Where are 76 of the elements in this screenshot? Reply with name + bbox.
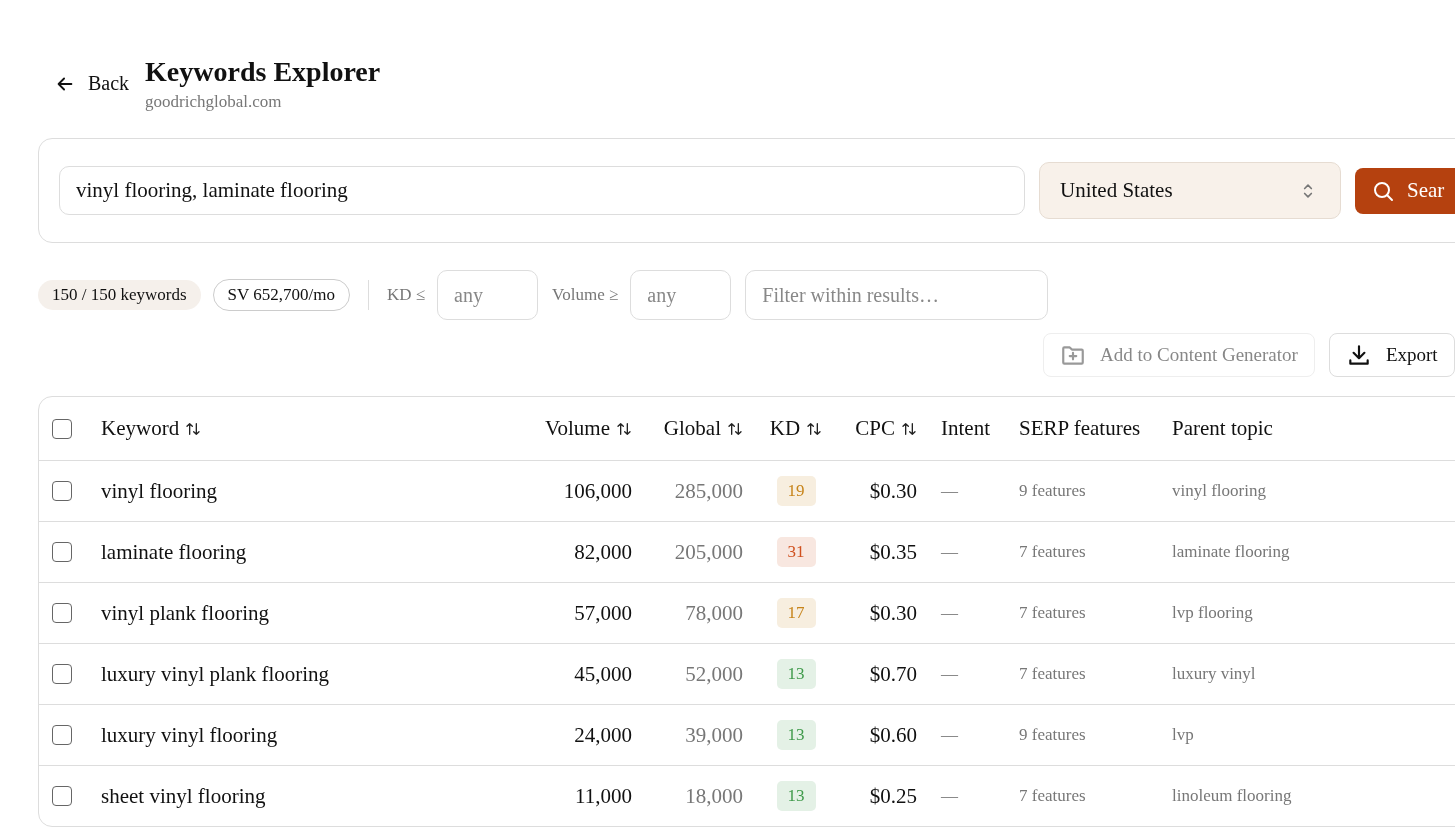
table-cell: 24,000	[574, 722, 632, 748]
table-cell: linoleum flooring	[1172, 786, 1292, 806]
table-cell: $0.25	[869, 783, 917, 809]
table-cell: 7 features	[1019, 786, 1086, 806]
filter-label: Volume ≥	[552, 285, 619, 305]
table-cell: 39,000	[685, 722, 743, 748]
table-cell: 285,000	[674, 478, 743, 504]
table-cell: 52,000	[685, 661, 743, 687]
checkbox[interactable]	[52, 725, 72, 745]
column-header[interactable]: Keyword	[101, 416, 202, 441]
table-cell: 7 features	[1019, 664, 1086, 684]
table-cell: sheet vinyl flooring	[101, 783, 266, 809]
table-cell: luxury vinyl flooring	[101, 722, 278, 748]
table-cell: 7 features	[1019, 542, 1086, 562]
difficulty-badge: 13	[776, 659, 816, 689]
checkbox[interactable]	[52, 603, 72, 623]
table-cell: $0.35	[869, 539, 917, 565]
table-cell: —	[941, 542, 958, 562]
table-cell: $0.60	[869, 722, 917, 748]
table-cell: 45,000	[574, 661, 632, 687]
export-button[interactable]: Export	[1328, 333, 1455, 377]
table-cell: vinyl flooring	[101, 478, 218, 504]
search-field[interactable]: vinyl flooring, laminate flooring	[59, 166, 1025, 215]
table-cell: laminate flooring	[101, 539, 247, 565]
difficulty-badge: 17	[776, 598, 816, 628]
column-header[interactable]: Volume	[545, 416, 632, 441]
table-cell: 9 features	[1019, 481, 1086, 501]
table-cell: —	[941, 664, 958, 684]
table-cell: $0.70	[869, 661, 917, 687]
table-cell: $0.30	[869, 478, 917, 504]
table-cell: vinyl flooring	[1172, 481, 1266, 501]
table-cell: 9 features	[1019, 725, 1086, 745]
table-cell: luxury vinyl	[1172, 664, 1256, 684]
difficulty-badge: 13	[776, 720, 816, 750]
site-domain: goodrichglobal.com	[145, 92, 283, 112]
filter-label: KD ≤	[386, 285, 426, 305]
checkbox[interactable]	[52, 418, 72, 439]
filter-search-field[interactable]: Filter within results…	[745, 270, 1049, 320]
table-cell: luxury vinyl plank flooring	[101, 661, 330, 687]
table-cell: 18,000	[685, 783, 743, 809]
table-cell: $0.30	[869, 600, 917, 626]
checkbox[interactable]	[52, 664, 72, 684]
difficulty-badge: 19	[776, 476, 816, 506]
table-cell: 205,000	[674, 539, 743, 565]
country-select[interactable]: United States	[1039, 162, 1341, 219]
search-button[interactable]: Sear	[1355, 167, 1455, 214]
table-cell: 7 features	[1019, 603, 1086, 623]
table-cell: 78,000	[685, 600, 743, 626]
table-cell: —	[941, 481, 958, 501]
column-header: SERP features	[1019, 416, 1141, 441]
column-header[interactable]: CPC	[855, 416, 917, 441]
table-cell: laminate flooring	[1172, 542, 1290, 562]
filter-input[interactable]: any	[630, 270, 732, 320]
difficulty-badge: 31	[776, 537, 816, 567]
column-header: Intent	[941, 416, 990, 441]
back-button[interactable]: Back	[38, 56, 130, 95]
table-cell: lvp	[1172, 725, 1194, 745]
difficulty-badge: 13	[776, 781, 816, 811]
column-header[interactable]: Global	[663, 416, 743, 441]
table-cell: —	[941, 725, 958, 745]
column-header: Parent topic	[1172, 416, 1273, 441]
table-cell: 82,000	[574, 539, 632, 565]
table-cell: 57,000	[574, 600, 632, 626]
table-cell: vinyl plank flooring	[101, 600, 269, 626]
table-cell: —	[941, 603, 958, 623]
table-cell: lvp flooring	[1172, 603, 1253, 623]
page-title: Keywords Explorer	[145, 56, 381, 88]
table-cell: —	[941, 786, 958, 806]
checkbox[interactable]	[52, 786, 72, 806]
checkbox[interactable]	[52, 542, 72, 562]
column-header[interactable]: KD	[769, 416, 823, 441]
checkbox[interactable]	[52, 481, 72, 501]
filter-input[interactable]: any	[437, 270, 539, 320]
keyword-count-badge: 150 / 150 keywords	[38, 280, 201, 310]
table-cell: 11,000	[575, 783, 632, 809]
table-cell: 106,000	[563, 478, 632, 504]
